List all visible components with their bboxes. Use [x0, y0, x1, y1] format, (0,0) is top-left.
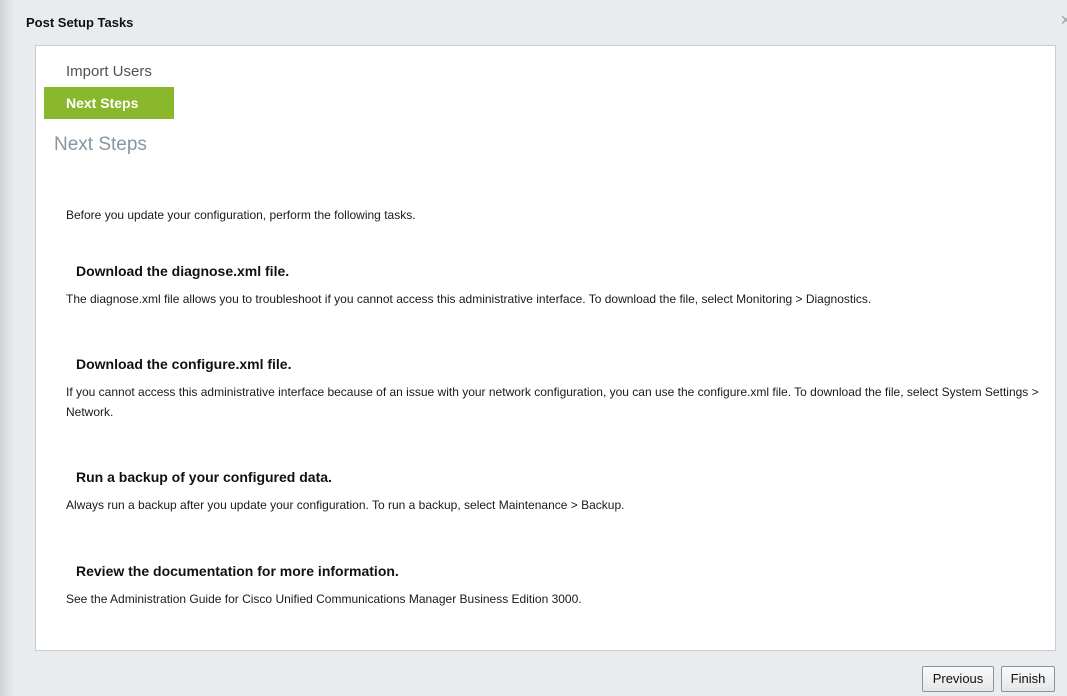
task-title: Run a backup of your configured data. [76, 469, 332, 485]
task-title: Download the configure.xml file. [76, 356, 292, 372]
post-setup-dialog: Post Setup Tasks × Import Users Next Ste… [14, 0, 1067, 696]
task-description: Always run a backup after you update you… [66, 498, 625, 512]
intro-text: Before you update your configuration, pe… [66, 208, 416, 222]
task-item: Download the configure.xml file. If you … [66, 356, 1046, 422]
background-edge [0, 0, 14, 696]
task-title: Download the diagnose.xml file. [76, 263, 290, 279]
previous-button[interactable]: Previous [922, 666, 994, 692]
dialog-footer: Previous Finish [14, 650, 1067, 696]
task-description: See the Administration Guide for Cisco U… [66, 592, 582, 606]
task-title: Review the documentation for more inform… [76, 563, 399, 579]
content-panel: Import Users Next Steps Next Steps Befor… [35, 45, 1056, 651]
dialog-titlebar: Post Setup Tasks × [14, 0, 1067, 44]
task-item: Download the diagnose.xml file. The diag… [66, 263, 1046, 309]
nav-item-next-steps[interactable]: Next Steps [44, 87, 174, 119]
task-description: The diagnose.xml file allows you to trou… [66, 292, 872, 306]
page-title: Next Steps [54, 134, 147, 155]
task-item: Review the documentation for more inform… [66, 563, 1046, 609]
finish-button[interactable]: Finish [1001, 666, 1055, 692]
nav-item-import-users[interactable]: Import Users [44, 56, 174, 88]
task-item: Run a backup of your configured data. Al… [66, 469, 1046, 515]
task-description: If you cannot access this administrative… [66, 385, 1039, 419]
close-icon[interactable]: × [1060, 11, 1067, 29]
dialog-title: Post Setup Tasks [26, 15, 134, 30]
